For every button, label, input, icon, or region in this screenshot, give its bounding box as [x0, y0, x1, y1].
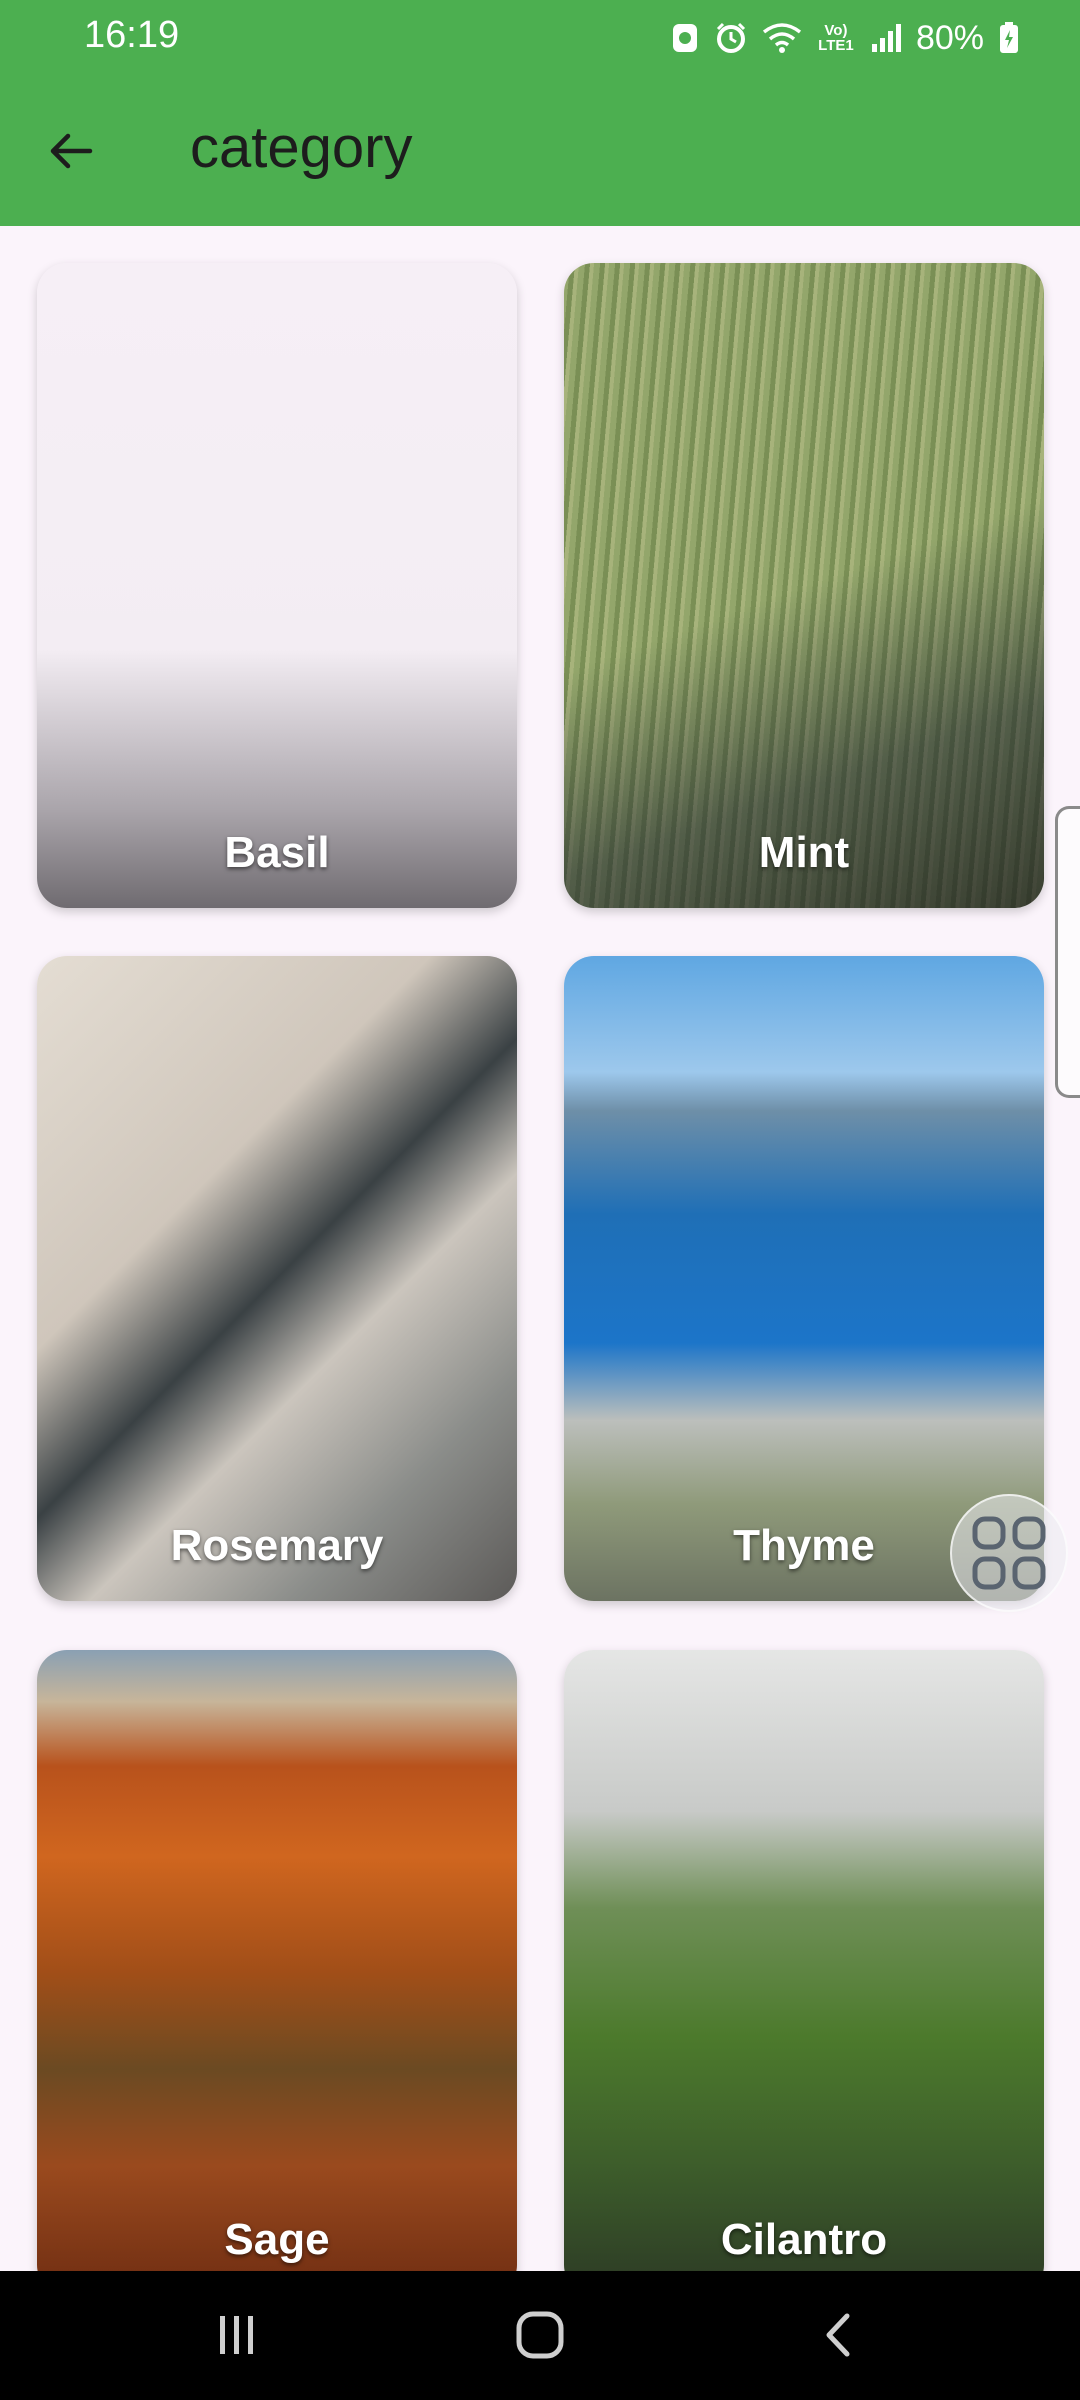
- category-grid: Basil Mint Rosemary Thyme Sage Cilantro: [0, 226, 1080, 2271]
- category-card-thyme[interactable]: Thyme: [564, 956, 1044, 1601]
- grid-menu-icon: [972, 1516, 1046, 1590]
- category-label: Mint: [758, 828, 850, 877]
- recent-apps-icon: [220, 2316, 253, 2354]
- category-card-sage[interactable]: Sage: [37, 1650, 517, 2271]
- category-label: Cilantro: [720, 2215, 888, 2264]
- category-card-cilantro[interactable]: Cilantro: [564, 1650, 1044, 2271]
- category-card-mint[interactable]: Mint: [564, 263, 1044, 908]
- notification-icon: [670, 21, 700, 55]
- recent-apps-button[interactable]: [177, 2293, 297, 2377]
- back-icon: [826, 2313, 850, 2357]
- edge-panel-handle[interactable]: [1055, 806, 1080, 1098]
- page-title: category: [190, 115, 413, 180]
- category-label: Rosemary: [170, 1521, 384, 1570]
- home-icon: [516, 2311, 564, 2359]
- wifi-icon: [762, 22, 802, 54]
- back-button[interactable]: [36, 116, 106, 186]
- floating-menu-button[interactable]: [950, 1494, 1068, 1612]
- nav-back-button[interactable]: [780, 2293, 900, 2377]
- signal-icon: [870, 22, 902, 54]
- alarm-icon: [714, 21, 748, 55]
- battery-icon: [998, 21, 1020, 55]
- category-card-rosemary[interactable]: Rosemary: [37, 956, 517, 1601]
- status-icons: Vo) LTE1 80%: [670, 14, 1020, 62]
- app-bar: 16:19 Vo) LTE1 80% category: [0, 0, 1080, 226]
- home-button[interactable]: [480, 2293, 600, 2377]
- category-label: Sage: [224, 2215, 330, 2264]
- toolbar: category: [0, 76, 1080, 226]
- volte-icon: Vo) LTE1: [818, 22, 854, 54]
- system-nav-bar: [0, 2271, 1080, 2400]
- category-label: Basil: [224, 828, 330, 877]
- battery-percent: 80%: [915, 18, 984, 57]
- status-time: 16:19: [84, 14, 180, 56]
- status-bar: 16:19 Vo) LTE1 80%: [0, 0, 1080, 76]
- arrow-back-icon: [50, 133, 93, 169]
- category-card-basil[interactable]: Basil: [37, 263, 517, 908]
